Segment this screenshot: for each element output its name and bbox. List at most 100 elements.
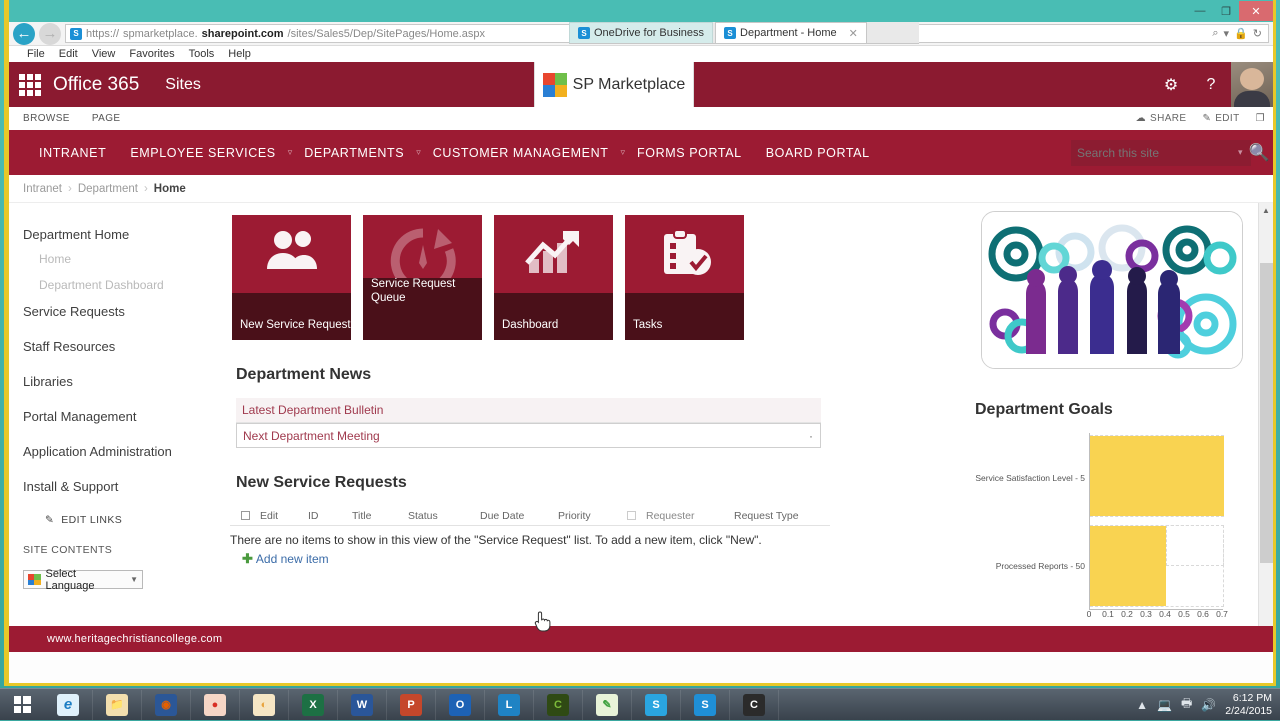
taskbar-item-outlook[interactable]: O bbox=[436, 690, 485, 720]
sp-marketplace-logo: SP Marketplace bbox=[534, 62, 694, 107]
column-due-date[interactable]: Due Date bbox=[480, 510, 558, 522]
taskbar-item-snagit-editor[interactable]: ✎ bbox=[583, 690, 632, 720]
scrollbar-thumb[interactable] bbox=[1260, 263, 1273, 563]
network-icon[interactable]: 💻 bbox=[1157, 698, 1172, 712]
tile-dashboard[interactable]: Dashboard bbox=[494, 215, 613, 340]
taskbar-item-internet-explorer[interactable]: e bbox=[44, 690, 93, 720]
taskbar-item-chrome[interactable]: ● bbox=[191, 690, 240, 720]
search-icon[interactable]: ⌕ bbox=[1212, 27, 1218, 40]
refresh-icon[interactable]: ↻ bbox=[1253, 27, 1262, 40]
sidebar-item-department-dashboard[interactable]: Department Dashboard bbox=[39, 278, 224, 292]
back-button[interactable]: ← bbox=[13, 23, 35, 45]
avatar[interactable] bbox=[1231, 62, 1273, 107]
share-button[interactable]: ☁ SHARE bbox=[1136, 113, 1187, 124]
browser-tab-onedrive[interactable]: S OneDrive for Business bbox=[569, 22, 713, 43]
close-button[interactable]: ✕ bbox=[1239, 1, 1273, 21]
page-scrollbar[interactable]: ▲ bbox=[1258, 203, 1273, 626]
show-hidden-icons-icon[interactable]: ▲ bbox=[1136, 698, 1148, 712]
edit-links-button[interactable]: ✎ EDIT LINKS bbox=[45, 514, 224, 526]
nav-item-forms-portal[interactable]: FORMS PORTAL bbox=[625, 146, 754, 160]
taskbar-item-firefox[interactable]: ◉ bbox=[142, 690, 191, 720]
column-requester[interactable]: Requester bbox=[646, 510, 734, 522]
column-status[interactable]: Status bbox=[408, 510, 480, 522]
windows-taskbar: e 📁 ◉ ● ◐ X W P O L C ✎ S S C ▲ 💻 🖶 🔊 6:… bbox=[0, 688, 1280, 720]
taskbar-item-skype[interactable]: S bbox=[632, 690, 681, 720]
sidebar-item-staff-resources[interactable]: Staff Resources bbox=[23, 339, 224, 354]
snagit-icon: S bbox=[694, 694, 716, 716]
language-label: Select Language bbox=[46, 568, 126, 592]
nav-item-employee-services[interactable]: EMPLOYEE SERVICES bbox=[118, 146, 287, 160]
column-title[interactable]: Title bbox=[352, 510, 408, 522]
tile-tasks[interactable]: Tasks bbox=[625, 215, 744, 340]
nav-item-intranet[interactable]: INTRANET bbox=[27, 146, 118, 160]
site-contents-link[interactable]: SITE CONTENTS bbox=[23, 544, 224, 556]
taskbar-item-camtasia[interactable]: C bbox=[534, 690, 583, 720]
site-search-box[interactable]: ▾ 🔍 bbox=[1071, 140, 1251, 166]
menu-help[interactable]: Help bbox=[228, 48, 251, 60]
column-edit[interactable]: Edit bbox=[260, 510, 308, 522]
breadcrumb-item-intranet[interactable]: Intranet bbox=[23, 183, 62, 195]
app-launcher-icon[interactable] bbox=[19, 74, 41, 96]
taskbar-item-lync[interactable]: L bbox=[485, 690, 534, 720]
menu-favorites[interactable]: Favorites bbox=[129, 48, 174, 60]
scroll-up-arrow-icon[interactable]: ▲ bbox=[1259, 203, 1273, 218]
nav-item-customer-management[interactable]: CUSTOMER MANAGEMENT bbox=[421, 146, 621, 160]
forward-button[interactable]: → bbox=[39, 23, 61, 45]
requester-checkbox[interactable] bbox=[616, 511, 646, 520]
tile-service-request-queue[interactable]: Service Request Queue bbox=[363, 215, 482, 340]
focus-on-content-icon[interactable]: ❐ bbox=[1256, 113, 1265, 124]
printer-icon[interactable]: 🖶 bbox=[1181, 694, 1192, 715]
translate-flag-icon bbox=[28, 574, 41, 585]
add-new-item-link[interactable]: ✚ Add new item bbox=[242, 551, 830, 567]
tab-close-icon[interactable]: ✕ bbox=[849, 27, 858, 40]
browser-title-bar: — ❐ ✕ S OneDrive for Business S Departme… bbox=[9, 0, 1273, 22]
tab-page[interactable]: PAGE bbox=[92, 113, 121, 124]
nav-item-board-portal[interactable]: BOARD PORTAL bbox=[754, 146, 882, 160]
sidebar-item-application-administration[interactable]: Application Administration bbox=[23, 444, 224, 459]
taskbar-item-camtasia-studio[interactable]: C bbox=[730, 690, 779, 720]
minimize-button[interactable]: — bbox=[1187, 1, 1213, 21]
news-item-bulletin[interactable]: Latest Department Bulletin bbox=[236, 398, 821, 423]
taskbar-item-snagit[interactable]: S bbox=[681, 690, 730, 720]
edit-button[interactable]: ✎ EDIT bbox=[1202, 113, 1239, 124]
sidebar-item-home[interactable]: Home bbox=[39, 252, 224, 266]
taskbar-item-word[interactable]: W bbox=[338, 690, 387, 720]
search-scope-chevron-icon[interactable]: ▾ bbox=[1232, 147, 1249, 158]
tab-browse[interactable]: BROWSE bbox=[23, 113, 70, 124]
sidebar-item-install-support[interactable]: Install & Support bbox=[23, 479, 224, 494]
menu-view[interactable]: View bbox=[92, 48, 116, 60]
office365-brand[interactable]: Office 365 bbox=[53, 74, 165, 96]
select-all-checkbox[interactable] bbox=[230, 511, 260, 520]
column-id[interactable]: ID bbox=[308, 510, 352, 522]
breadcrumb-item-department[interactable]: Department bbox=[78, 183, 138, 195]
volume-icon[interactable]: 🔊 bbox=[1201, 698, 1216, 712]
news-item-meeting[interactable]: Next Department Meeting · bbox=[236, 423, 821, 448]
language-selector[interactable]: Select Language ▼ bbox=[23, 570, 143, 589]
restore-button[interactable]: ❐ bbox=[1213, 1, 1239, 21]
taskbar-item-file-explorer[interactable]: 📁 bbox=[93, 690, 142, 720]
gear-icon[interactable]: ⚙ bbox=[1151, 62, 1191, 107]
column-priority[interactable]: Priority bbox=[558, 510, 616, 522]
search-icon[interactable]: 🔍 bbox=[1249, 143, 1270, 163]
menu-tools[interactable]: Tools bbox=[189, 48, 215, 60]
nav-item-departments[interactable]: DEPARTMENTS bbox=[292, 146, 416, 160]
sidebar-item-department-home[interactable]: Department Home bbox=[23, 227, 224, 242]
column-request-type[interactable]: Request Type bbox=[734, 510, 799, 522]
menu-edit[interactable]: Edit bbox=[59, 48, 78, 60]
outlook-icon: O bbox=[449, 694, 471, 716]
chevron-down-icon[interactable]: ▾ bbox=[1224, 27, 1230, 40]
tile-new-service-request[interactable]: New Service Request bbox=[232, 215, 351, 340]
taskbar-clock[interactable]: 6:12 PM 2/24/2015 bbox=[1225, 692, 1272, 718]
sites-link[interactable]: Sites bbox=[165, 76, 201, 94]
help-icon[interactable]: ? bbox=[1191, 62, 1231, 107]
sidebar-item-portal-management[interactable]: Portal Management bbox=[23, 409, 224, 424]
start-button[interactable] bbox=[0, 689, 44, 721]
taskbar-item-paint[interactable]: ◐ bbox=[240, 690, 289, 720]
sidebar-item-service-requests[interactable]: Service Requests bbox=[23, 304, 224, 319]
browser-tab-department-home[interactable]: S Department - Home ✕ bbox=[715, 22, 867, 43]
sidebar-item-libraries[interactable]: Libraries bbox=[23, 374, 224, 389]
taskbar-item-powerpoint[interactable]: P bbox=[387, 690, 436, 720]
menu-file[interactable]: File bbox=[27, 48, 45, 60]
taskbar-item-excel[interactable]: X bbox=[289, 690, 338, 720]
search-input[interactable] bbox=[1077, 146, 1232, 160]
